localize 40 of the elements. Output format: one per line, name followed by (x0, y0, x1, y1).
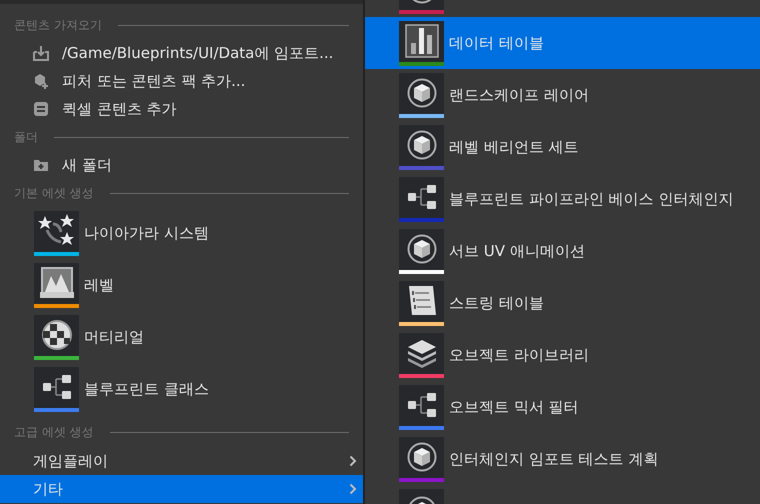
menu-item[interactable]: 블루프린트 파이프라인 베이스 인터체인지 (365, 173, 760, 225)
checkered-sphere-icon (40, 319, 72, 351)
menu-item[interactable]: 레벨 (0, 259, 363, 311)
chevron-right-icon (349, 483, 357, 495)
menu-item[interactable]: 오브젝트 믹서 필터 (365, 381, 760, 433)
menu-item[interactable]: 스트링 테이블 (365, 277, 760, 329)
cube-icon (406, 78, 436, 108)
menu-item[interactable]: 피처 또는 콘텐츠 팩 추가... (0, 67, 363, 95)
section-header: 고급 에셋 생성 (14, 424, 94, 441)
menu-item[interactable]: 새 폴더 (0, 151, 363, 179)
cube-icon (406, 130, 436, 160)
menu-item[interactable]: 블루프린트 클래스 (0, 363, 363, 415)
menu-item[interactable]: /Game/Blueprints/UI/Data에 임포트... (0, 39, 363, 67)
menu-item[interactable]: 인터체인지 임포트 테스트 계획 (365, 433, 760, 485)
node-graph-icon (42, 375, 72, 399)
node-graph-icon (406, 185, 436, 209)
cube-icon (406, 234, 436, 264)
import-icon (33, 45, 49, 61)
node-graph-icon (406, 393, 436, 417)
submenu-item[interactable]: 게임플레이 (0, 447, 363, 475)
menu-item[interactable]: 서브 UV 애니메이션 (365, 225, 760, 277)
mountain-icon (38, 266, 74, 300)
menu-item[interactable]: 오브젝트 라이브러리 (365, 329, 760, 381)
section-header: 기본 에셋 생성 (14, 185, 94, 202)
chevron-right-icon (349, 455, 357, 467)
letter-b-icon (33, 101, 49, 117)
section-header: 콘텐츠 가져오기 (14, 17, 102, 34)
menu-item[interactable]: 랜드스케이프 레이어 (365, 69, 760, 121)
menu-item[interactable]: 퀵셀 콘텐츠 추가 (0, 95, 363, 123)
menu-item[interactable]: 레벨 베리언트 세트 (365, 121, 760, 173)
package-plus-icon (33, 73, 49, 89)
bar-chart-icon (404, 24, 438, 58)
menu-item[interactable]: 데이터 테이블 (365, 17, 760, 69)
menu-item[interactable]: 머티리얼 (0, 311, 363, 363)
menu-item[interactable]: 나이아가라 시스템 (0, 207, 363, 259)
stacked-layers-icon (406, 338, 438, 368)
section-header: 폴더 (14, 129, 38, 146)
submenu-item[interactable]: 기타 (0, 475, 363, 503)
cube-icon (406, 442, 436, 472)
folder-plus-icon (33, 157, 49, 173)
